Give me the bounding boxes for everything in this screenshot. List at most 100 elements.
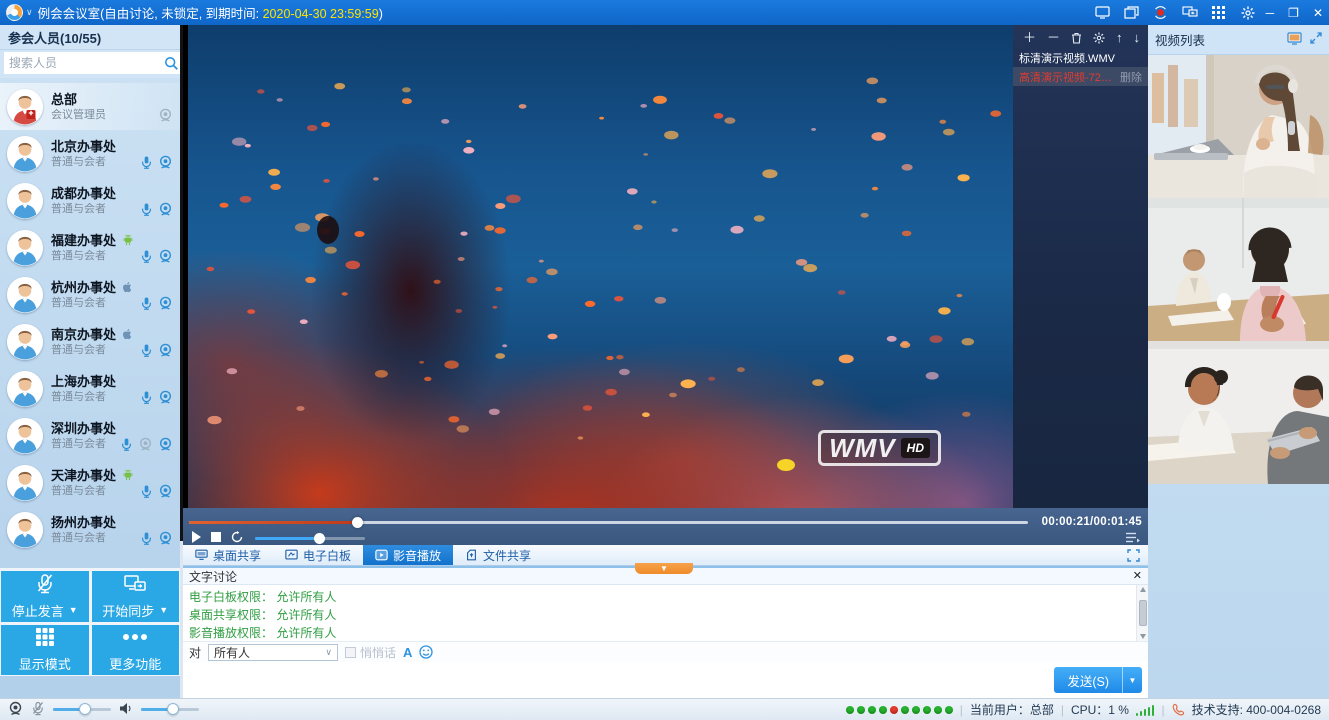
sync-screens-icon[interactable] xyxy=(1182,5,1198,21)
participant-row[interactable]: 杭州办事处普通与会者 xyxy=(0,271,180,318)
webcam-icon[interactable] xyxy=(158,202,173,217)
minimize-button[interactable]: ─ xyxy=(1266,7,1275,19)
chat-input-area[interactable]: 发送(S) ▼ xyxy=(183,662,1148,698)
mic-icon[interactable] xyxy=(120,437,133,452)
participant-name: 南京办事处 xyxy=(51,327,116,342)
maximize-button[interactable]: ❐ xyxy=(1288,7,1299,19)
speaker-volume-thumb[interactable] xyxy=(167,703,179,715)
action-button-grid: 停止发言▼ 开始同步▼ 显示模式 更多功能 xyxy=(0,568,180,676)
tab-file-share[interactable]: 文件共享 xyxy=(453,545,543,565)
tab-media-playback[interactable]: 影音播放 xyxy=(363,545,453,565)
more-functions-button[interactable]: 更多功能 xyxy=(92,625,180,676)
move-down-icon[interactable]: ↓ xyxy=(1134,31,1141,44)
remove-media-icon[interactable]: － xyxy=(1047,31,1060,44)
record-icon[interactable] xyxy=(1153,5,1169,21)
start-sync-button[interactable]: 开始同步▼ xyxy=(92,571,180,622)
mic-volume-slider[interactable] xyxy=(53,708,111,711)
search-icon[interactable] xyxy=(164,56,179,71)
recipient-select[interactable]: 所有人 ∨ xyxy=(208,644,338,661)
scroll-up-icon[interactable] xyxy=(1140,587,1146,592)
webcam-icon[interactable] xyxy=(158,437,173,452)
mic-icon[interactable] xyxy=(140,343,153,358)
add-media-icon[interactable]: ＋ xyxy=(1023,31,1036,44)
participant-row[interactable]: 总部会议管理员 xyxy=(0,83,180,130)
progress-bar[interactable] xyxy=(189,521,1028,524)
speaker-icon[interactable] xyxy=(119,702,133,718)
close-button[interactable]: ✕ xyxy=(1313,7,1323,19)
layout-grid-icon[interactable] xyxy=(1211,5,1227,21)
scroll-thumb[interactable] xyxy=(1139,600,1147,626)
send-button[interactable]: 发送(S) ▼ xyxy=(1054,667,1142,693)
logo-chevron-icon[interactable]: ∨ xyxy=(26,7,33,18)
webcam-icon[interactable] xyxy=(158,249,173,264)
progress-thumb[interactable] xyxy=(352,517,363,528)
mic-icon[interactable] xyxy=(140,249,153,264)
mic-icon[interactable] xyxy=(140,484,153,499)
caret-down-icon[interactable]: ▼ xyxy=(159,605,168,615)
tab-whiteboard[interactable]: 电子白板 xyxy=(273,545,363,565)
move-up-icon[interactable]: ↑ xyxy=(1116,31,1123,44)
participant-row[interactable]: 天津办事处普通与会者 xyxy=(0,459,180,506)
video-thumbnail-1[interactable] xyxy=(1148,55,1329,198)
tab-desktop-share[interactable]: 桌面共享 xyxy=(183,545,273,565)
participant-row[interactable]: 深圳办事处普通与会者 xyxy=(0,412,180,459)
fullscreen-icon[interactable] xyxy=(1119,545,1148,565)
participant-row[interactable]: 扬州办事处普通与会者 xyxy=(0,506,180,553)
playlist-item[interactable]: 标清演示视频.WMV xyxy=(1013,48,1148,67)
participant-avatar xyxy=(7,512,43,548)
emoji-icon[interactable] xyxy=(419,645,433,659)
playing-video[interactable]: WMVHD xyxy=(188,25,1013,508)
mic-icon[interactable] xyxy=(140,390,153,405)
video-thumbnail-3[interactable] xyxy=(1148,341,1329,484)
chat-close-icon[interactable]: ✕ xyxy=(1133,571,1142,582)
volume-slider[interactable] xyxy=(255,537,365,540)
participant-row[interactable]: 上海办事处普通与会者 xyxy=(0,365,180,412)
participant-row[interactable]: 福建办事处普通与会者 xyxy=(0,224,180,271)
mic-volume-thumb[interactable] xyxy=(79,703,91,715)
volume-thumb[interactable] xyxy=(314,533,325,544)
mic-muted-icon[interactable] xyxy=(31,701,45,719)
mic-icon[interactable] xyxy=(140,531,153,546)
webcam-status-icon[interactable] xyxy=(8,701,23,719)
scroll-down-icon[interactable] xyxy=(1140,634,1146,639)
webcam-icon[interactable] xyxy=(138,437,153,452)
participant-row[interactable]: 南京办事处普通与会者 xyxy=(0,318,180,365)
expand-panel-icon[interactable] xyxy=(1310,32,1322,47)
video-thumbnail-2[interactable] xyxy=(1148,198,1329,341)
playlist-toggle-icon[interactable] xyxy=(1126,532,1140,546)
caret-down-icon[interactable]: ▼ xyxy=(69,605,78,615)
replay-button[interactable] xyxy=(231,531,243,543)
play-button[interactable] xyxy=(191,531,201,543)
mic-icon[interactable] xyxy=(140,296,153,311)
participant-row[interactable]: 成都办事处普通与会者 xyxy=(0,177,180,224)
webcam-icon[interactable] xyxy=(158,484,173,499)
playlist-settings-gear-icon[interactable] xyxy=(1093,32,1105,44)
webcam-icon[interactable] xyxy=(158,343,173,358)
video-mode-icon[interactable] xyxy=(1287,32,1302,48)
speaker-volume-slider[interactable] xyxy=(141,708,199,711)
whisper-checkbox[interactable] xyxy=(345,647,356,658)
webcam-icon[interactable] xyxy=(158,531,173,546)
chat-collapse-handle[interactable]: ▼ xyxy=(635,563,693,574)
mic-icon[interactable] xyxy=(140,155,153,170)
webcam-icon[interactable] xyxy=(158,155,173,170)
chat-scrollbar[interactable] xyxy=(1136,585,1148,641)
trash-icon[interactable] xyxy=(1071,32,1082,44)
playlist-item-delete-button[interactable]: 删除 xyxy=(1120,69,1142,85)
webcam-icon[interactable] xyxy=(158,296,173,311)
webcam-icon[interactable] xyxy=(158,108,173,123)
playlist-item[interactable]: 高清演示视频-720P.wmv删除 xyxy=(1013,67,1148,86)
search-input[interactable] xyxy=(9,56,164,70)
stop-speaking-button[interactable]: 停止发言▼ xyxy=(1,571,89,622)
display-mode-button[interactable]: 显示模式 xyxy=(1,625,89,676)
webcam-icon[interactable] xyxy=(158,390,173,405)
float-window-icon[interactable] xyxy=(1124,5,1140,21)
send-caret-icon[interactable]: ▼ xyxy=(1123,667,1142,693)
font-style-button[interactable]: A xyxy=(403,645,412,660)
settings-gear-icon[interactable] xyxy=(1240,5,1256,21)
sync-screens-icon xyxy=(123,573,147,595)
mic-icon[interactable] xyxy=(140,202,153,217)
participant-row[interactable]: 北京办事处普通与会者 xyxy=(0,130,180,177)
stop-button[interactable] xyxy=(211,532,221,542)
screenshot-icon[interactable] xyxy=(1095,5,1111,21)
